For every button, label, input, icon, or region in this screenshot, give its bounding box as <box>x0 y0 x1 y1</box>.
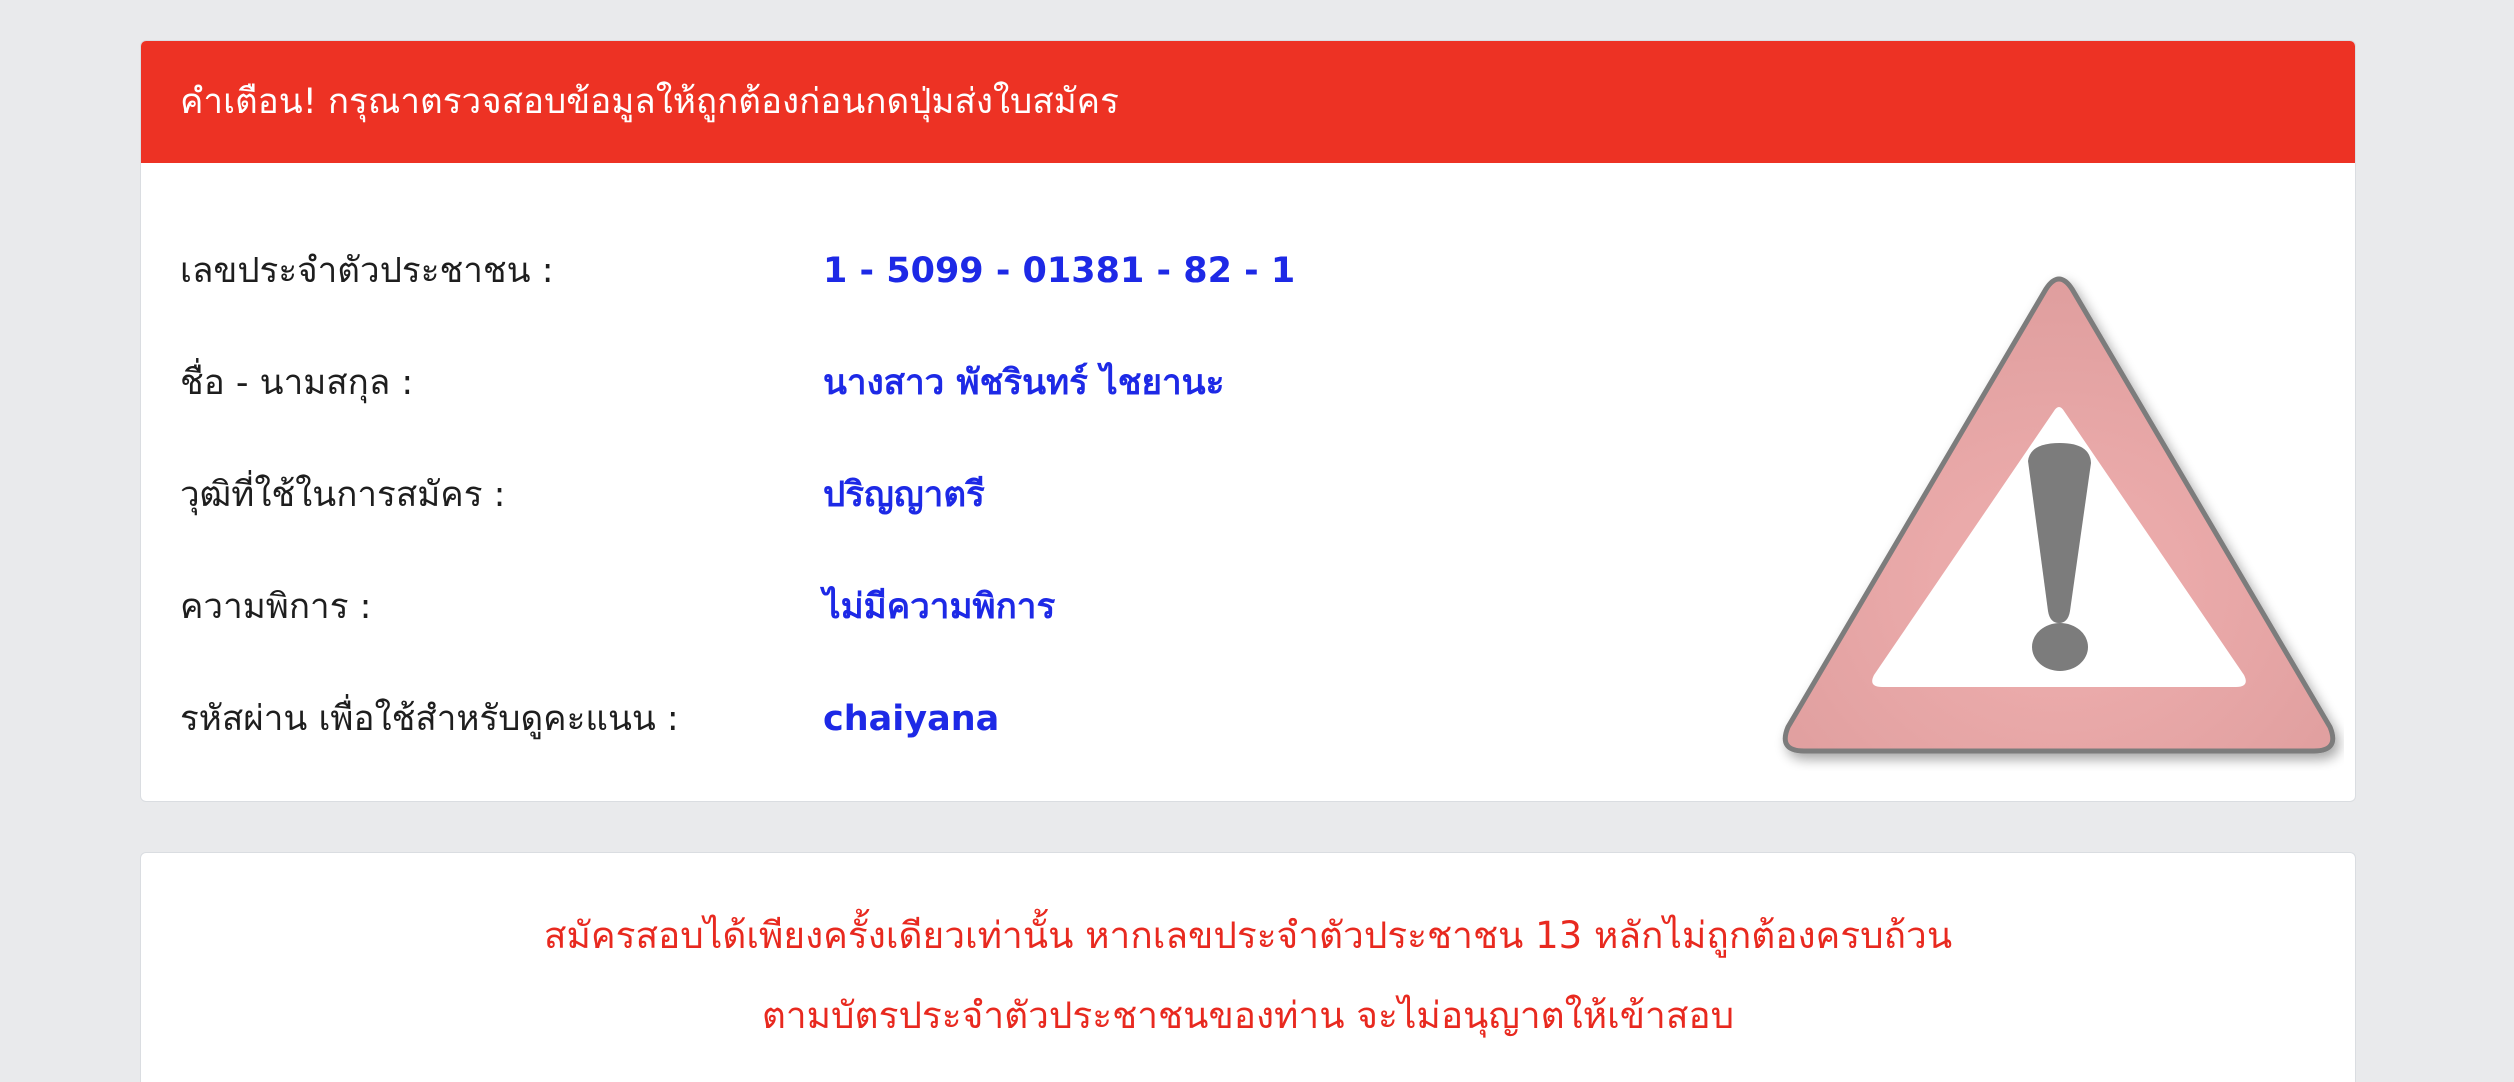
info-row-qualification: วุฒิที่ใช้ในการสมัคร : ปริญญาตรี <box>180 467 1780 579</box>
notice-card: สมัครสอบได้เพียงครั้งเดียวเท่านั้น หากเล… <box>140 852 2356 1082</box>
notice-line-1: สมัครสอบได้เพียงครั้งเดียวเท่านั้น หากเล… <box>543 914 1953 957</box>
info-row-citizen-id: เลขประจำตัวประชาชน : 1 - 5099 - 01381 - … <box>180 243 1780 355</box>
password-label: รหัสผ่าน เพื่อใช้สำหรับดูคะแนน : <box>180 699 679 739</box>
full-name-label: ชื่อ - นามสกุล : <box>180 363 414 403</box>
disability-label: ความพิการ : <box>180 587 372 627</box>
qualification-value: ปริญญาตรี <box>823 475 985 515</box>
citizen-id-label: เลขประจำตัวประชาชน : <box>180 251 554 291</box>
info-row-password: รหัสผ่าน เพื่อใช้สำหรับดูคะแนน : chaiyan… <box>180 691 1780 801</box>
info-row-full-name: ชื่อ - นามสกุล : นางสาว พัชรินทร์ ไชยานะ <box>180 355 1780 467</box>
notice-line-2: ตามบัตรประจำตัวประชาชนของท่าน จะไม่อนุญา… <box>761 994 1735 1037</box>
full-name-value: นางสาว พัชรินทร์ ไชยานะ <box>823 363 1225 403</box>
qualification-label: วุฒิที่ใช้ในการสมัคร : <box>180 475 506 515</box>
warning-triangle-icon <box>1774 231 2344 771</box>
disability-value: ไม่มีความพิการ <box>823 587 1056 627</box>
warning-header: คำเตือน! กรุณาตรวจสอบข้อมูลให้ถูกต้องก่อ… <box>141 41 2355 163</box>
password-value: chaiyana <box>823 699 1000 739</box>
confirmation-card: คำเตือน! กรุณาตรวจสอบข้อมูลให้ถูกต้องก่อ… <box>140 40 2356 802</box>
info-row-disability: ความพิการ : ไม่มีความพิการ <box>180 579 1780 691</box>
applicant-info-list: เลขประจำตัวประชาชน : 1 - 5099 - 01381 - … <box>180 243 1780 801</box>
citizen-id-value: 1 - 5099 - 01381 - 82 - 1 <box>823 251 1296 291</box>
